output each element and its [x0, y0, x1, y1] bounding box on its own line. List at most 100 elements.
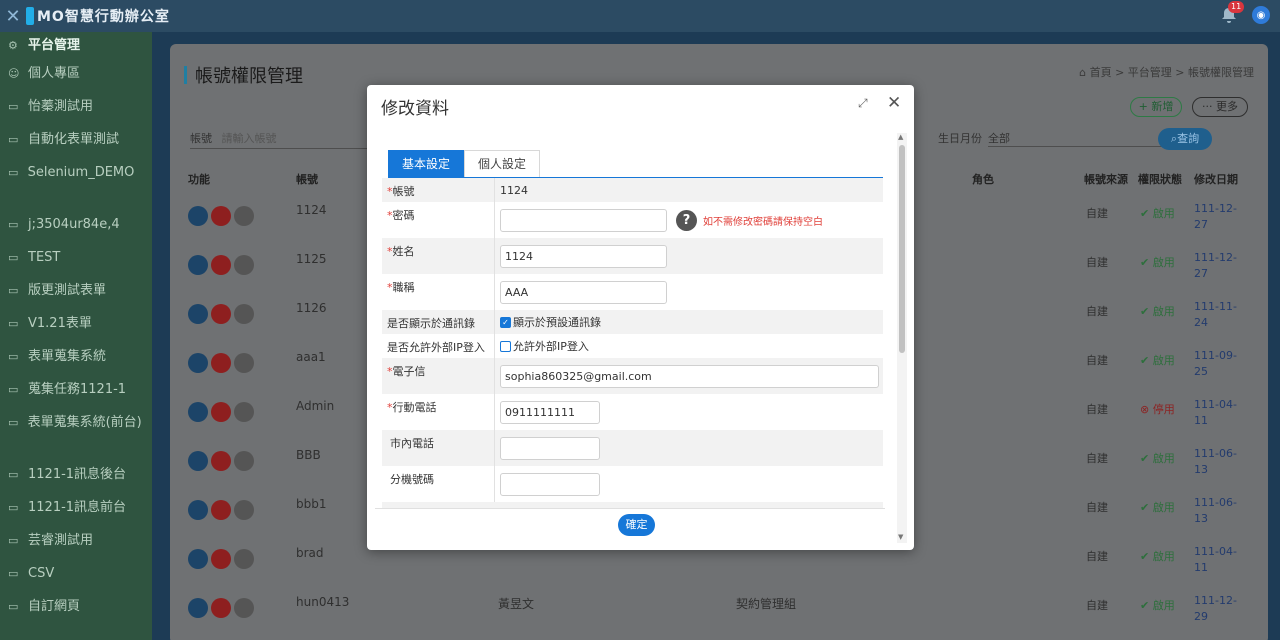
sidebar-item[interactable]: ▭ 蒐集任務1121-1 [0, 376, 152, 409]
phone-field[interactable] [500, 436, 600, 460]
birth-month-select[interactable]: 全部⌄ [988, 130, 1184, 147]
more-icon[interactable] [234, 500, 254, 520]
delete-icon[interactable] [211, 255, 231, 275]
edit-icon[interactable] [188, 353, 208, 373]
cell-date[interactable]: 111-04-11 [1194, 397, 1248, 429]
delete-icon[interactable] [211, 598, 231, 618]
notification-bell[interactable]: 11 [1220, 1, 1245, 24]
cell-date[interactable]: 111-06-13 [1194, 495, 1248, 527]
edit-icon[interactable] [188, 206, 208, 226]
breadcrumb-text[interactable]: 首頁 > 平台管理 > 帳號權限管理 [1090, 66, 1254, 79]
header-status[interactable]: 權限狀態 [1138, 171, 1182, 187]
cell-date[interactable]: 111-06-13 [1194, 446, 1248, 478]
more-button[interactable]: ··· 更多 [1192, 97, 1248, 117]
sidebar-item[interactable]: ▭ 自動化表單測試 [0, 126, 152, 159]
tab-basic-settings[interactable]: 基本設定 [388, 150, 465, 177]
delete-icon[interactable] [211, 451, 231, 471]
edit-icon[interactable] [188, 255, 208, 275]
close-icon[interactable]: ✕ [887, 93, 901, 113]
sidebar-item[interactable]: ▭ 自訂網頁 [0, 593, 152, 626]
more-icon[interactable] [234, 206, 254, 226]
delete-icon[interactable] [211, 206, 231, 226]
sidebar-item[interactable]: ⚙ 平台管理 [0, 32, 152, 60]
avatar[interactable]: ◉ [1252, 6, 1270, 24]
more-icon[interactable] [234, 255, 254, 275]
sidebar-item[interactable]: ▭ 1121-1訊息前台 [0, 494, 152, 527]
sidebar-item[interactable]: ▭ j;3504ur84e,4 [0, 211, 152, 244]
sidebar-item[interactable]: ▭ 版更測試表單 [0, 277, 152, 310]
sidebar-item[interactable]: ▭ 芸睿測試用 [0, 527, 152, 560]
sidebar-item[interactable]: ▭ TEST [0, 244, 152, 277]
edit-icon[interactable] [188, 402, 208, 422]
edit-icon[interactable] [188, 304, 208, 324]
delete-icon[interactable] [211, 402, 231, 422]
sidebar-item[interactable]: ▭ V1.21表單 [0, 310, 152, 343]
header-source[interactable]: 帳號來源 [1084, 171, 1128, 187]
sidebar-item[interactable]: ▭ 表單蒐集系統(前台) [0, 409, 152, 461]
edit-icon[interactable] [188, 500, 208, 520]
show-contacts-option[interactable]: 顯示於預設通訊錄 [513, 314, 601, 330]
more-icon[interactable] [234, 353, 254, 373]
mobile-field[interactable]: 0911111111 [500, 400, 600, 424]
scroll-down-icon[interactable]: ▼ [898, 533, 903, 541]
sidebar-item[interactable]: ▭ 表單蒐集系統 [0, 343, 152, 376]
confirm-button[interactable]: 確定 [618, 514, 655, 536]
cell-date[interactable]: 111-09-25 [1194, 348, 1248, 380]
sidebar-item[interactable]: ▭ Selenium_DEMO [0, 159, 152, 211]
cell-date[interactable]: 111-04-11 [1194, 544, 1248, 576]
password-hint: 如不需修改密碼請保持空白 [703, 216, 823, 228]
help-icon[interactable]: ? [676, 209, 697, 231]
header-account[interactable]: 帳號 [296, 171, 318, 187]
cell-date[interactable]: 111-11-24 [1194, 299, 1248, 331]
allow-ip-checkbox[interactable] [500, 340, 511, 352]
expand-icon[interactable]: ⤢ [858, 96, 868, 111]
more-icon[interactable] [234, 451, 254, 471]
password-field[interactable] [500, 208, 667, 232]
add-button[interactable]: + 新增 [1130, 97, 1182, 117]
home-icon[interactable]: ⌂ [1079, 66, 1089, 79]
edit-icon[interactable] [188, 549, 208, 569]
sidebar-item[interactable]: ▭ 1121-1訊息後台 [0, 461, 152, 494]
header-role[interactable]: 角色 [972, 171, 994, 187]
cell-date[interactable]: 111-12-27 [1194, 201, 1248, 233]
edit-icon[interactable] [188, 451, 208, 471]
mobile-row: *行動電話 0911111111 [382, 394, 883, 430]
name-field[interactable]: 1124 [500, 244, 667, 268]
cell-date[interactable]: 111-12-29 [1194, 593, 1248, 625]
title-field[interactable]: AAA [500, 280, 667, 304]
scroll-up-icon[interactable]: ▲ [898, 133, 903, 141]
allow-ip-option[interactable]: 允許外部IP登入 [513, 338, 589, 354]
account-filter[interactable]: 帳號 請輸入帳號 [190, 130, 277, 146]
edit-icon[interactable] [188, 598, 208, 618]
header-ops: 功能 [188, 173, 210, 186]
close-menu-icon[interactable]: ✕ [0, 6, 26, 27]
birth-month-filter[interactable]: 生日月份 全部⌄ [938, 130, 1184, 147]
sidebar-item[interactable]: ▭ CSV [0, 560, 152, 593]
dialog-scrollbar[interactable]: ▲ ▼ [897, 133, 907, 543]
status-text: 啟用 [1152, 305, 1175, 318]
delete-icon[interactable] [211, 500, 231, 520]
delete-icon[interactable] [211, 304, 231, 324]
page-title: 帳號權限管理 [184, 62, 303, 88]
more-icon[interactable] [234, 402, 254, 422]
status-icon: ✔ [1140, 501, 1153, 514]
delete-icon[interactable] [211, 353, 231, 373]
tab-personal-settings[interactable]: 個人設定 [464, 150, 541, 177]
show-contacts-checkbox[interactable]: ✓ [500, 316, 511, 328]
scroll-thumb[interactable] [899, 145, 905, 353]
cell-date[interactable]: 111-12-27 [1194, 250, 1248, 282]
cell-source: 自建 [1086, 403, 1108, 416]
more-icon[interactable] [234, 549, 254, 569]
account-filter-input[interactable]: 請輸入帳號 [222, 132, 277, 145]
account-label: *帳號 [382, 178, 495, 202]
email-field[interactable]: sophia860325@gmail.com [500, 364, 879, 388]
sidebar-item[interactable]: ▭ 怡蓁測試用 [0, 93, 152, 126]
more-icon[interactable] [234, 598, 254, 618]
header-date[interactable]: 修改日期 [1194, 171, 1238, 187]
row-actions [188, 451, 254, 471]
delete-icon[interactable] [211, 549, 231, 569]
ext-field[interactable] [500, 472, 600, 496]
query-button[interactable]: ⌕查詢 [1158, 128, 1212, 150]
more-icon[interactable] [234, 304, 254, 324]
sidebar-item[interactable]: ☺ 個人專區 [0, 60, 152, 93]
